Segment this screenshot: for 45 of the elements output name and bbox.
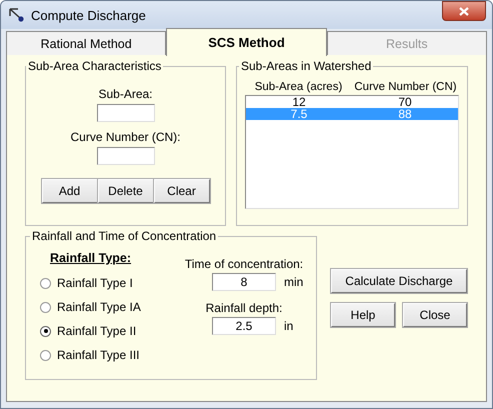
radio-label: Rainfall Type II xyxy=(57,324,136,338)
field-label: Time of concentration: xyxy=(184,257,304,271)
input-field[interactable]: 2.5 xyxy=(212,317,276,335)
field-label: Curve Number (CN): xyxy=(70,130,180,144)
section-heading: Rainfall Type: xyxy=(50,251,132,265)
column-header: Sub-Area (acres) xyxy=(254,81,344,93)
close-button[interactable] xyxy=(442,1,486,21)
radio-button[interactable] xyxy=(40,326,51,336)
tab[interactable]: SCS Method xyxy=(166,28,327,56)
radio-label: Rainfall Type I xyxy=(57,276,133,290)
window-title: Compute Discharge xyxy=(31,8,147,22)
button[interactable]: Close xyxy=(403,303,467,327)
unit-label: in xyxy=(284,319,294,333)
pointer-icon xyxy=(9,8,25,22)
group-title: Sub-Area Characteristics xyxy=(27,59,162,73)
list-cell-text: 7.5 xyxy=(290,108,308,120)
column-header: Curve Number (CN) xyxy=(353,81,458,93)
list-cell-text: 88 xyxy=(397,108,413,120)
radio-option[interactable]: Rainfall Type IA xyxy=(40,295,176,319)
input-field[interactable] xyxy=(96,104,154,122)
list-cell-text: 70 xyxy=(397,96,413,108)
button[interactable]: Delete xyxy=(98,179,154,203)
group-title: Rainfall and Time of Concentration xyxy=(31,229,218,243)
radio-option[interactable]: Rainfall Type II xyxy=(40,319,176,343)
button[interactable]: Help xyxy=(331,303,395,327)
radio-label: Rainfall Type III xyxy=(57,348,140,362)
list-row[interactable]: 12 70 xyxy=(246,96,458,108)
input-field[interactable] xyxy=(96,147,154,165)
radio-option[interactable]: Rainfall Type I xyxy=(40,271,176,295)
button[interactable]: Calculate Discharge xyxy=(331,269,467,293)
group-title: Sub-Areas in Watershed xyxy=(240,59,372,73)
radio-option[interactable]: Rainfall Type III xyxy=(40,343,176,367)
button[interactable]: Add xyxy=(42,179,98,203)
tab[interactable]: Rational Method xyxy=(6,31,166,55)
list-cell-text: 12 xyxy=(291,96,307,108)
radio-button[interactable] xyxy=(40,350,51,360)
field-label: Sub-Area: xyxy=(98,87,153,101)
field-label: Rainfall depth: xyxy=(206,301,282,315)
close-icon xyxy=(459,6,469,16)
radio-button[interactable] xyxy=(40,302,51,312)
unit-label: min xyxy=(284,275,304,289)
input-field[interactable]: 8 xyxy=(212,273,276,291)
radio-label: Rainfall Type IA xyxy=(57,300,141,314)
button[interactable]: Clear xyxy=(154,179,210,203)
radio-button[interactable] xyxy=(40,278,51,288)
